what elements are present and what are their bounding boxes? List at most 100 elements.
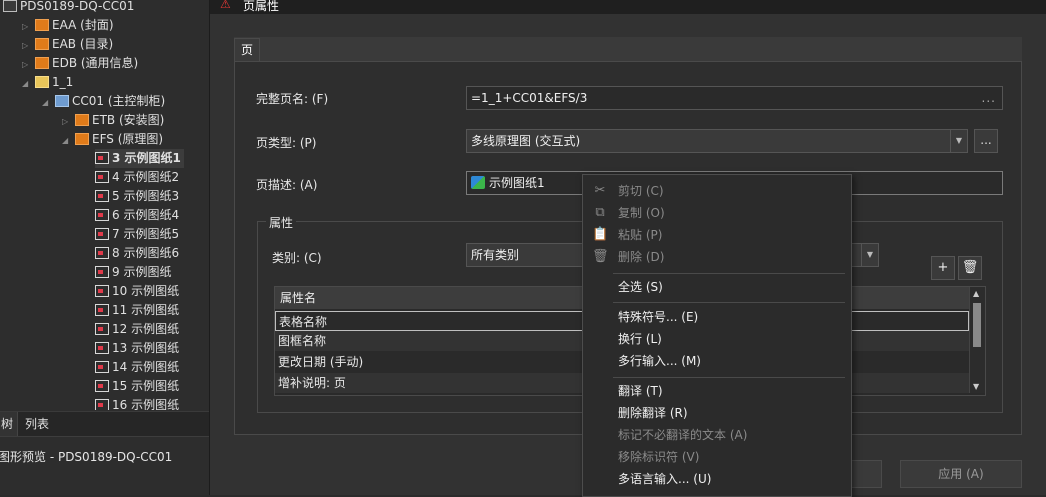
fullname-browse-button[interactable]: ...	[982, 87, 996, 109]
tree-node-cc01[interactable]: ◢ CC01 (主控制柜)	[42, 92, 165, 111]
menu-item-special-symbol[interactable]: 特殊符号... (E)	[583, 306, 851, 328]
tree-node-page-16[interactable]: 16 示例图纸	[95, 396, 179, 410]
menu-item-multiline-input[interactable]: 多行输入... (M)	[583, 350, 851, 372]
trash-icon: 🗑	[592, 249, 609, 264]
menu-item-mark-no-translate[interactable]: 标记不必翻译的文本 (A)	[583, 424, 851, 446]
chevron-down-icon: ▼	[950, 130, 967, 152]
tree-node-page-11[interactable]: 11 示例图纸	[95, 301, 179, 320]
menu-item-line-break[interactable]: 换行 (L)	[583, 328, 851, 350]
pagetype-more-button[interactable]: ...	[974, 129, 998, 153]
page-icon	[95, 247, 109, 259]
page-icon	[95, 380, 109, 392]
dialog-titlebar[interactable]: ⚠ 页属性	[210, 0, 1046, 14]
tree-node-page-15[interactable]: 15 示例图纸	[95, 377, 179, 396]
menu-item-cut[interactable]: ✂ 剪切 (C)	[583, 180, 851, 202]
scroll-thumb[interactable]	[973, 303, 981, 347]
tree-node-page-10[interactable]: 10 示例图纸	[95, 282, 179, 301]
pagetype-label: 页类型: (P)	[256, 136, 317, 150]
folder-icon	[35, 57, 49, 69]
page-icon	[95, 190, 109, 202]
tree-node-1-1[interactable]: ◢ 1_1	[22, 73, 73, 92]
location-icon	[55, 95, 69, 107]
dialog-title: 页属性	[243, 0, 280, 13]
apply-button[interactable]: 应用 (A)	[900, 460, 1022, 488]
category-label: 类别: (C)	[272, 251, 322, 265]
graphic-preview-bar: 图形预览 - PDS0189-DQ-CC01	[0, 436, 209, 477]
page-icon	[95, 152, 109, 164]
page-tree: PDS0189-DQ-CC01 ▷ EAA (封面) ▷ EAB (目录) ▷ EDB…	[0, 0, 209, 410]
expand-arrow-icon[interactable]: ▷	[62, 112, 72, 131]
page-icon	[95, 228, 109, 240]
chevron-down-icon: ▼	[861, 244, 878, 266]
folder-icon	[35, 19, 49, 31]
collapse-arrow-icon[interactable]: ◢	[22, 74, 32, 93]
project-tree-panel: PDS0189-DQ-CC01 ▷ EAA (封面) ▷ EAB (目录) ▷ EDB…	[0, 0, 210, 495]
multilanguage-icon	[471, 176, 485, 189]
expand-arrow-icon[interactable]: ▷	[22, 17, 32, 36]
pagetype-select[interactable]: 多线原理图 (交互式) ▼	[466, 129, 968, 153]
tree-node-page-8[interactable]: 8 示例图纸6	[95, 244, 179, 263]
tree-node-page-7[interactable]: 7 示例图纸5	[95, 225, 179, 244]
tab-page[interactable]: 页	[234, 38, 260, 61]
menu-item-select-all[interactable]: 全选 (S)	[583, 276, 851, 298]
tree-node-eab[interactable]: ▷ EAB (目录)	[22, 35, 113, 54]
scroll-up-icon[interactable]: ▲	[973, 289, 979, 298]
tree-node-page-5[interactable]: 5 示例图纸3	[95, 187, 179, 206]
scroll-down-icon[interactable]: ▼	[973, 382, 979, 391]
tree-node-eaa[interactable]: ▷ EAA (封面)	[22, 16, 114, 35]
tree-node-efs[interactable]: ◢ EFS (原理图)	[62, 130, 163, 149]
page-icon	[95, 399, 109, 410]
tree-node-page-13[interactable]: 13 示例图纸	[95, 339, 179, 358]
tree-node-etb[interactable]: ▷ ETB (安装图)	[62, 111, 164, 130]
page-icon	[95, 304, 109, 316]
fullname-label: 完整页名: (F)	[256, 92, 329, 106]
project-icon	[3, 0, 17, 12]
tree-node-page-3[interactable]: 3 示例图纸1	[95, 149, 184, 168]
menu-separator	[613, 273, 845, 274]
folder-icon	[75, 114, 89, 126]
folder-icon	[35, 38, 49, 50]
fullname-field[interactable]: =1_1+CC01&EFS/3 ...	[466, 86, 1003, 110]
table-scrollbar[interactable]: ▲ ▼	[969, 287, 985, 393]
tree-node-page-12[interactable]: 12 示例图纸	[95, 320, 179, 339]
tree-node-page-6[interactable]: 6 示例图纸4	[95, 206, 179, 225]
menu-item-multilanguage-input[interactable]: 多语言输入... (U)	[583, 468, 851, 490]
copy-icon: ⧉	[595, 205, 605, 220]
tree-node-root[interactable]: PDS0189-DQ-CC01	[3, 0, 134, 16]
menu-item-copy[interactable]: ⧉ 复制 (O)	[583, 202, 851, 224]
page-icon	[95, 266, 109, 278]
tree-node-edb[interactable]: ▷ EDB (通用信息)	[22, 54, 138, 73]
menu-item-remove-identifier[interactable]: 移除标识符 (V)	[583, 446, 851, 468]
tab-list[interactable]: 列表	[21, 412, 53, 436]
tree-node-page-14[interactable]: 14 示例图纸	[95, 358, 179, 377]
tab-tree[interactable]: 树	[0, 412, 19, 436]
menu-separator	[613, 377, 845, 378]
tab-strip	[234, 37, 1022, 61]
tree-node-page-4[interactable]: 4 示例图纸2	[95, 168, 179, 187]
collapse-arrow-icon[interactable]: ◢	[42, 93, 52, 112]
menu-item-translate[interactable]: 翻译 (T)	[583, 380, 851, 402]
plus-icon: +	[937, 260, 949, 275]
page-icon	[95, 323, 109, 335]
collapse-arrow-icon[interactable]: ◢	[62, 131, 72, 150]
page-icon	[95, 342, 109, 354]
warning-icon: ⚠	[220, 0, 231, 11]
context-menu: ✂ 剪切 (C) ⧉ 复制 (O) 📋 粘贴 (P) 🗑 删除 (D) 全选 (S) 特…	[582, 174, 852, 497]
expand-arrow-icon[interactable]: ▷	[22, 55, 32, 74]
add-property-button[interactable]: +	[931, 256, 955, 280]
trash-icon: 🗑	[961, 260, 979, 275]
description-label: 页描述: (A)	[256, 178, 318, 192]
properties-group-label: 属性	[266, 214, 297, 231]
page-icon	[95, 209, 109, 221]
graphic-preview-title: 图形预览 - PDS0189-DQ-CC01	[0, 450, 173, 464]
page-icon	[95, 361, 109, 373]
delete-property-button[interactable]: 🗑	[958, 256, 982, 280]
menu-item-delete[interactable]: 🗑 删除 (D)	[583, 246, 851, 268]
menu-item-delete-translation[interactable]: 删除翻译 (R)	[583, 402, 851, 424]
structure-icon	[35, 76, 49, 88]
expand-arrow-icon[interactable]: ▷	[22, 36, 32, 55]
page-icon	[95, 285, 109, 297]
menu-item-paste[interactable]: 📋 粘贴 (P)	[583, 224, 851, 246]
tree-node-page-9[interactable]: 9 示例图纸	[95, 263, 171, 282]
tree-view-tabs: 树 列表	[0, 411, 209, 436]
